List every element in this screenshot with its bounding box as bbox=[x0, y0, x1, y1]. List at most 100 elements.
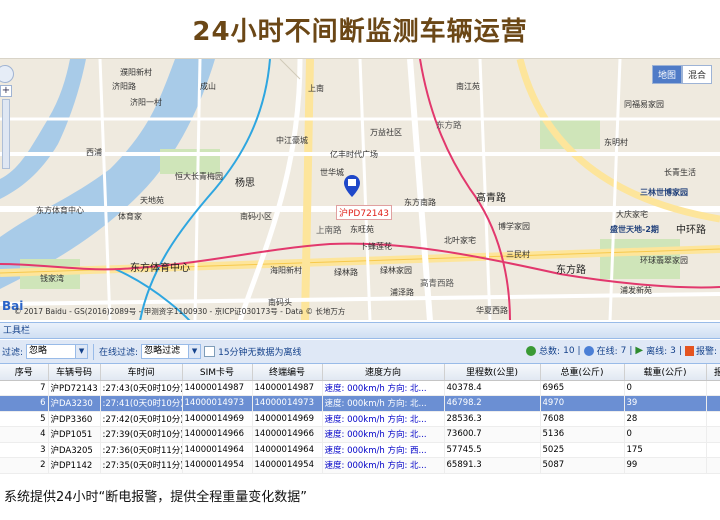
cell-plate: 沪DP1051 bbox=[48, 426, 101, 443]
cell-load: 0 bbox=[624, 380, 707, 396]
col-header-terminal[interactable]: 终端编号 bbox=[252, 364, 323, 381]
map-pan-icon[interactable] bbox=[0, 65, 14, 83]
vehicle-grid[interactable]: 序号 车辆号码 车时间 SIM卡号 终端编号 速度方向 里程数(公里) 总重(公… bbox=[0, 364, 720, 480]
map-zoom-control[interactable]: + bbox=[0, 65, 14, 171]
cell-total-weight: 4970 bbox=[540, 395, 625, 412]
col-header-sim[interactable]: SIM卡号 bbox=[182, 364, 253, 381]
cell-plate: 沪PD72143 bbox=[48, 380, 101, 396]
table-row[interactable]: 5 沪DP3360:27:42(0天0时10分) 14000014969 140000… bbox=[0, 411, 720, 427]
cell-time: :27:41(0天0时10分) bbox=[100, 395, 183, 412]
map-label: 东明村 bbox=[604, 138, 628, 147]
cell-no: 3 bbox=[0, 442, 49, 458]
filter-select[interactable]: 忽略 ▼ bbox=[26, 344, 89, 359]
zoom-slider[interactable] bbox=[2, 99, 10, 169]
cell-alarm bbox=[706, 395, 720, 412]
online-stat-label: 在线: bbox=[596, 347, 618, 357]
offline-checkbox[interactable] bbox=[204, 346, 216, 357]
offline-checkbox-label: 15分钟无数据为离线 bbox=[218, 348, 302, 358]
filter-label: 过滤: bbox=[2, 348, 24, 358]
vehicle-marker-icon[interactable] bbox=[344, 175, 360, 197]
cell-plate: 沪DP1142 bbox=[48, 457, 101, 474]
cell-load: 175 bbox=[624, 442, 707, 458]
cell-no: 5 bbox=[0, 411, 49, 427]
map-label: 钱家湾 bbox=[40, 274, 64, 283]
cell-terminal: 14000014964 bbox=[252, 442, 323, 458]
table-row[interactable]: 3 沪DA3205:27:36(0天0时11分) 14000014964 140000… bbox=[0, 442, 720, 458]
cell-terminal: 14000014966 bbox=[252, 426, 323, 443]
map-background bbox=[0, 59, 720, 320]
col-header-time[interactable]: 车时间 bbox=[100, 364, 183, 381]
col-header-load[interactable]: 载重(公斤) bbox=[624, 364, 707, 381]
map-view[interactable]: + 地图 混合 濮阳新村 成山 上南 杨思 南码小区 上南路 高青路 华夏西路 … bbox=[0, 58, 720, 320]
cell-total-weight: 7608 bbox=[540, 411, 625, 427]
map-label: 济阳一村 bbox=[130, 98, 162, 107]
cell-time: :27:43(0天0时10分) bbox=[100, 380, 183, 396]
map-label: 海阳新村 bbox=[270, 266, 302, 275]
map-type-hybrid-button[interactable]: 混合 bbox=[681, 65, 712, 84]
online-icon bbox=[583, 345, 594, 356]
map-label: 大庆家宅 bbox=[616, 210, 648, 219]
online-filter-label: 在线过滤: bbox=[99, 348, 139, 358]
cell-no: 6 bbox=[0, 395, 49, 412]
map-label: 东方体育中心 bbox=[130, 263, 190, 274]
offline-stat-label: 离线: bbox=[646, 347, 668, 357]
map-label: 绿林家园 bbox=[380, 266, 412, 275]
cell-sim: 14000014966 bbox=[182, 426, 253, 443]
cell-terminal: 14000014954 bbox=[252, 457, 323, 474]
chevron-down-icon[interactable]: ▼ bbox=[75, 345, 88, 358]
col-header-mileage[interactable]: 里程数(公里) bbox=[444, 364, 541, 381]
cell-total-weight: 5087 bbox=[540, 457, 625, 474]
cell-terminal: 14000014973 bbox=[252, 395, 323, 412]
offline-icon: ▶ bbox=[635, 345, 644, 356]
map-label: 北叶家宅 bbox=[444, 236, 476, 245]
map-label: 东方路 bbox=[436, 121, 462, 131]
cell-total-weight: 5136 bbox=[540, 426, 625, 443]
cell-no: 2 bbox=[0, 457, 49, 474]
col-header-alarm[interactable]: 报警 bbox=[706, 364, 720, 381]
map-label: 体育家 bbox=[118, 212, 142, 221]
cell-load: 0 bbox=[624, 426, 707, 443]
col-header-speed[interactable]: 速度方向 bbox=[322, 364, 445, 381]
vehicle-plate-label[interactable]: 沪PD72143 bbox=[336, 205, 392, 220]
map-copyright: © 2017 Baidu - GS(2016)2089号 - 甲测资字11009… bbox=[14, 307, 346, 316]
map-label: 中环路 bbox=[676, 225, 706, 236]
map-label: 博学家园 bbox=[498, 222, 530, 231]
cell-mileage: 57745.5 bbox=[444, 442, 541, 458]
online-filter-select[interactable]: 忽略过滤 ▼ bbox=[141, 344, 202, 359]
map-label: 南码小区 bbox=[240, 212, 272, 221]
map-label: 浦泽路 bbox=[390, 288, 414, 297]
cell-no: 7 bbox=[0, 380, 49, 396]
map-label: 长青生活 bbox=[664, 168, 696, 177]
chevron-down-icon[interactable]: ▼ bbox=[188, 345, 201, 358]
zoom-in-button[interactable]: + bbox=[0, 85, 12, 97]
table-row[interactable]: 4 沪DP1051:27:39(0天0时10分) 14000014966 140000… bbox=[0, 426, 720, 443]
map-label: 东方南路 bbox=[404, 198, 436, 207]
map-label: 天地苑 bbox=[140, 196, 164, 205]
cell-speed: 速度: 000km/h 方向: 北... bbox=[322, 457, 445, 474]
map-type-switch[interactable]: 地图 混合 bbox=[651, 65, 712, 84]
cell-mileage: 65891.3 bbox=[444, 457, 541, 474]
map-label: 亿丰时代广场 bbox=[330, 150, 378, 159]
cell-speed: 速度: 000km/h 方向: 北... bbox=[322, 426, 445, 443]
cell-time: :27:42(0天0时10分) bbox=[100, 411, 183, 427]
map-label: 南江苑 bbox=[456, 82, 480, 91]
cell-mileage: 46798.2 bbox=[444, 395, 541, 412]
cell-speed: 速度: 000km/h 方向: 西... bbox=[322, 442, 445, 458]
map-label: 东旺苑 bbox=[350, 225, 374, 234]
page-caption: 系统提供24小时“断电报警，提供全程重量变化数据” bbox=[4, 490, 308, 505]
map-label: 三林世博家园 bbox=[640, 188, 688, 197]
cell-speed: 速度: 000km/h 方向: 北... bbox=[322, 380, 445, 396]
col-header-no[interactable]: 序号 bbox=[0, 364, 49, 381]
cell-alarm bbox=[706, 411, 720, 427]
table-row[interactable]: 6 沪DA3230:27:41(0天0时10分) 14000014973 140000… bbox=[0, 395, 720, 412]
cell-speed: 速度: 000km/h 方向: 北... bbox=[322, 411, 445, 427]
total-count: 10 bbox=[563, 345, 575, 356]
col-header-plate[interactable]: 车辆号码 bbox=[48, 364, 101, 381]
map-type-map-button[interactable]: 地图 bbox=[651, 65, 682, 84]
table-row[interactable]: 2 沪DP1142:27:35(0天0时11分) 14000014954 140000… bbox=[0, 457, 720, 474]
online-filter-value: 忽略过滤 bbox=[144, 346, 181, 356]
map-label: 万益社区 bbox=[370, 128, 402, 137]
cell-mileage: 73600.7 bbox=[444, 426, 541, 443]
col-header-total-weight[interactable]: 总重(公斤) bbox=[540, 364, 625, 381]
table-row[interactable]: 7 沪PD72143:27:43(0天0时10分) 14000014987 14000… bbox=[0, 380, 720, 396]
